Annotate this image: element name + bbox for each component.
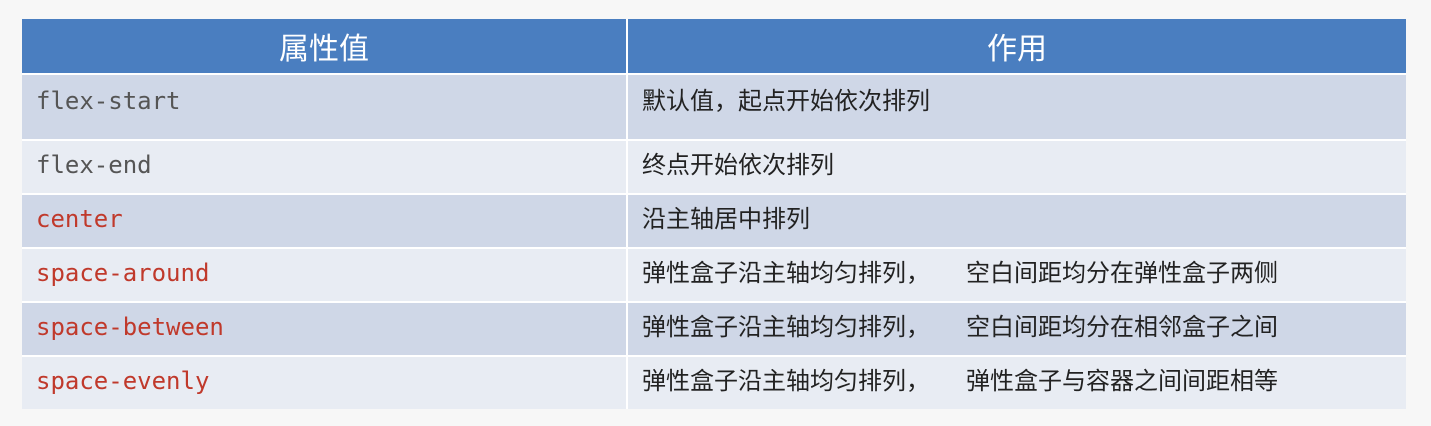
effect-cell: 终点开始依次排列: [627, 139, 1406, 194]
effect-text: 默认值，起点开始依次排列: [642, 87, 930, 115]
table-row: center 沿主轴居中排列: [22, 193, 1406, 248]
table-header-row: 属性值 作用: [22, 19, 1406, 75]
property-value-cell: space-evenly: [22, 355, 628, 409]
effect-cell: 弹性盒子沿主轴均匀排列， 空白间距均分在相邻盒子之间: [627, 301, 1406, 356]
effect-text: 终点开始依次排列: [642, 151, 834, 179]
effect-cell: 弹性盒子沿主轴均匀排列， 弹性盒子与容器之间间距相等: [627, 355, 1406, 409]
property-value: space-between: [36, 313, 224, 341]
effect-cell: 默认值，起点开始依次排列: [627, 73, 1406, 140]
slide: 属性值 作用 flex-start 默认值，起点开始依次排列 flex-end …: [0, 0, 1431, 426]
property-value: space-around: [36, 259, 210, 287]
effect-text-secondary: 空白间距均分在相邻盒子之间: [966, 313, 1278, 341]
header-property-value: 属性值: [22, 19, 628, 75]
property-value-cell: flex-start: [22, 73, 628, 140]
property-value-cell: space-around: [22, 247, 628, 302]
property-value: center: [36, 205, 123, 233]
table-row: space-evenly 弹性盒子沿主轴均匀排列， 弹性盒子与容器之间间距相等: [22, 355, 1406, 409]
effect-text: 沿主轴居中排列: [642, 205, 810, 233]
header-effect: 作用: [627, 19, 1406, 75]
effect-cell: 沿主轴居中排列: [627, 193, 1406, 248]
table-row: flex-start 默认值，起点开始依次排列: [22, 73, 1406, 140]
property-value-cell: flex-end: [22, 139, 628, 194]
table-row: space-around 弹性盒子沿主轴均匀排列， 空白间距均分在弹性盒子两侧: [22, 247, 1406, 302]
effect-text: 弹性盒子沿主轴均匀排列，: [642, 367, 930, 395]
flex-justify-content-table: 属性值 作用 flex-start 默认值，起点开始依次排列 flex-end …: [22, 19, 1406, 409]
property-value: flex-end: [36, 151, 152, 179]
table-row: space-between 弹性盒子沿主轴均匀排列， 空白间距均分在相邻盒子之间: [22, 301, 1406, 356]
property-value-cell: center: [22, 193, 628, 248]
table-row: flex-end 终点开始依次排列: [22, 139, 1406, 194]
effect-cell: 弹性盒子沿主轴均匀排列， 空白间距均分在弹性盒子两侧: [627, 247, 1406, 302]
property-value: space-evenly: [36, 367, 210, 395]
effect-text-secondary: 空白间距均分在弹性盒子两侧: [966, 259, 1278, 287]
effect-text: 弹性盒子沿主轴均匀排列，: [642, 259, 930, 287]
property-value: flex-start: [36, 87, 181, 115]
property-value-cell: space-between: [22, 301, 628, 356]
effect-text: 弹性盒子沿主轴均匀排列，: [642, 313, 930, 341]
effect-text-secondary: 弹性盒子与容器之间间距相等: [966, 367, 1278, 395]
